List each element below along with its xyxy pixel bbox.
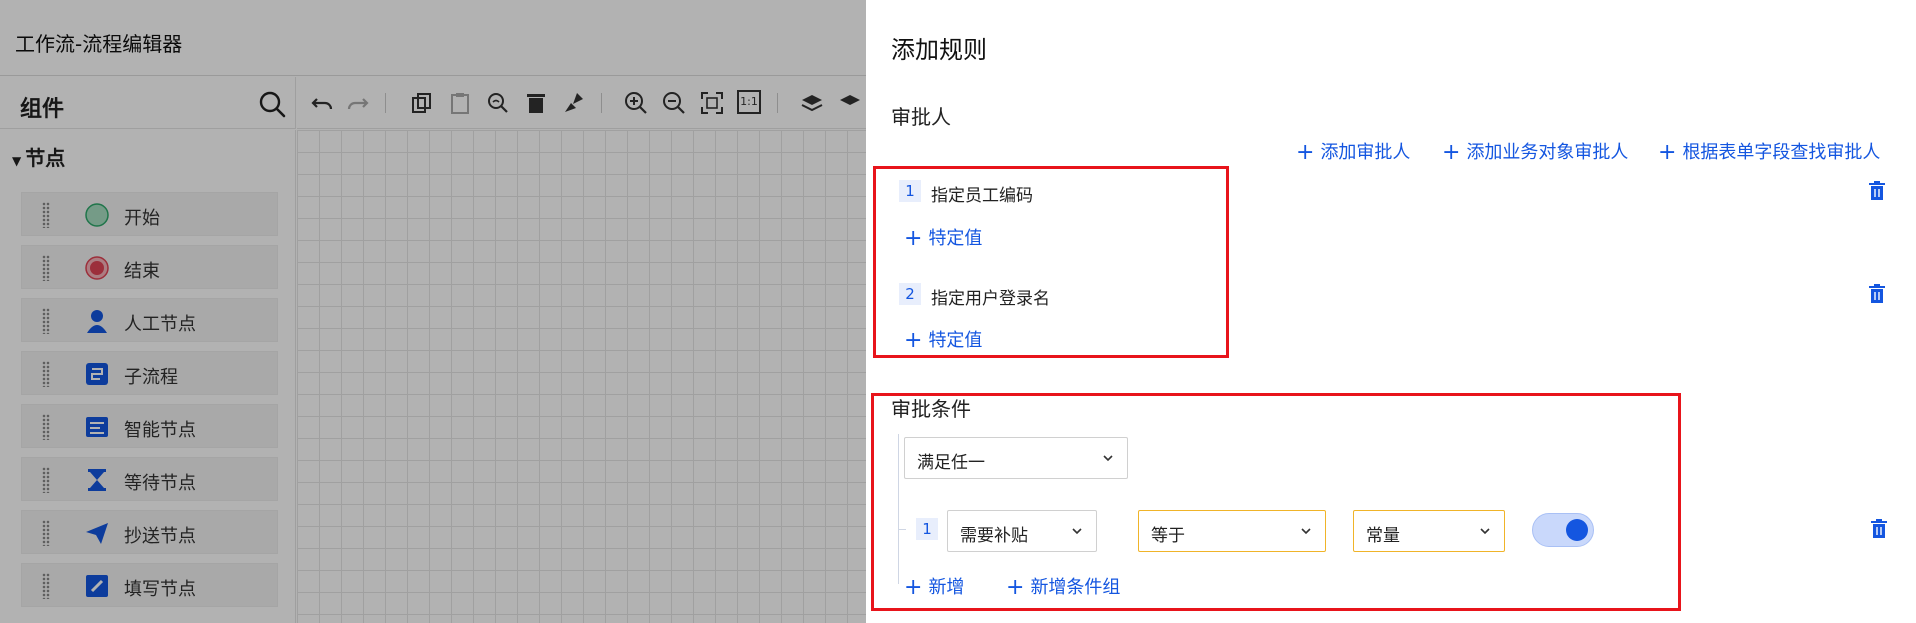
add-approver-button[interactable]: + 添加审批人 — [1296, 138, 1410, 165]
plus-icon: + — [1442, 140, 1461, 165]
highlight-conditions-box — [871, 393, 1681, 611]
highlight-approvers-box — [873, 166, 1229, 358]
find-approver-label: 根据表单字段查找审批人 — [1682, 142, 1881, 163]
plus-icon: + — [1658, 140, 1677, 165]
approvers-heading: 审批人 — [891, 105, 951, 129]
drawer-title: 添加规则 — [891, 36, 987, 64]
modal-overlay[interactable] — [0, 0, 866, 623]
add-approver-label: 添加审批人 — [1320, 142, 1411, 163]
add-business-approver-button[interactable]: + 添加业务对象审批人 — [1442, 138, 1628, 165]
trash-icon[interactable] — [1870, 519, 1888, 539]
flow-editor: 工作流-流程编辑器 组件 1:1 ▼ 节点 开始 结束 人工节点 子流程 智能节… — [0, 0, 866, 623]
trash-icon[interactable] — [1868, 284, 1886, 304]
add-business-approver-label: 添加业务对象审批人 — [1466, 142, 1629, 163]
trash-icon[interactable] — [1868, 181, 1886, 201]
add-rule-drawer: 添加规则 审批人 + 添加审批人 + 添加业务对象审批人 + 根据表单字段查找审批人 … — [866, 0, 1916, 623]
find-approver-by-field-button[interactable]: + 根据表单字段查找审批人 — [1658, 138, 1880, 165]
plus-icon: + — [1296, 140, 1315, 165]
